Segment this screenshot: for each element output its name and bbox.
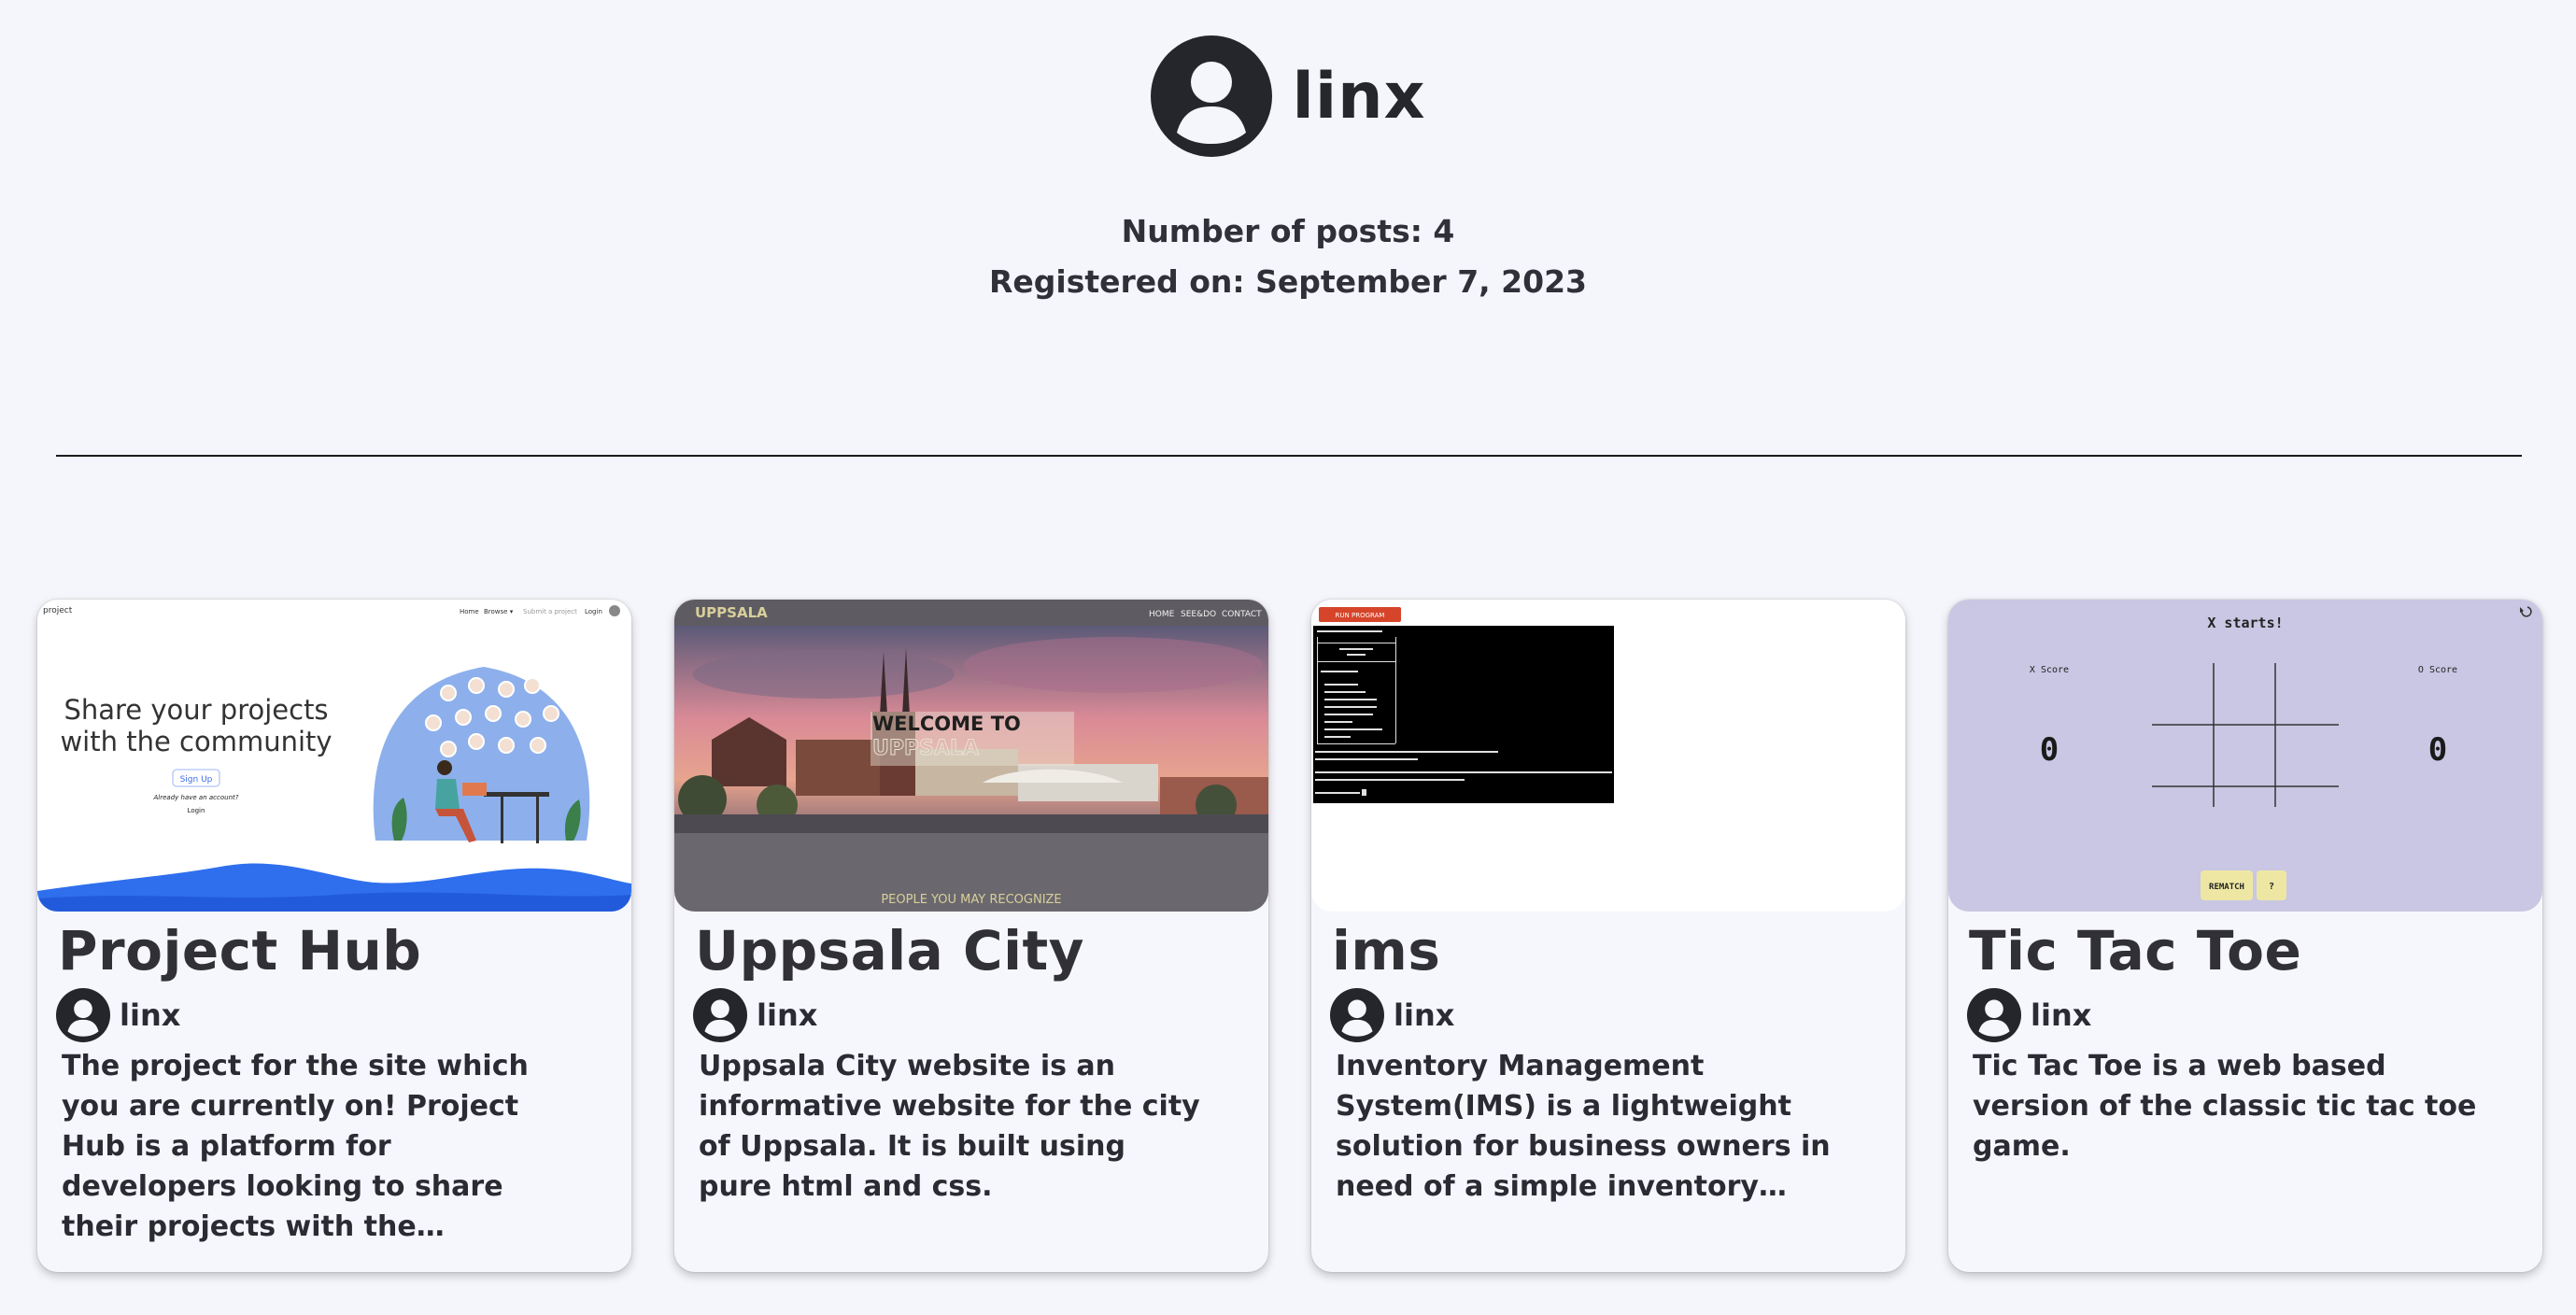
- project-thumbnail[interactable]: UPPSALA HOME SEE&DO CONTACT WELCOME TO U…: [674, 600, 1268, 912]
- author-name: linx: [757, 997, 818, 1033]
- profile-header: linx: [0, 35, 2576, 157]
- thumb-nav-item: Home: [460, 608, 479, 615]
- thumb-x-label: X Score: [2030, 665, 2069, 675]
- project-title[interactable]: ims: [1332, 919, 1440, 983]
- thumb-rematch: REMATCH: [2209, 883, 2244, 892]
- project-description: Tic Tac Toe is a web based version of th…: [1973, 1050, 2477, 1163]
- thumb-o-label: O Score: [2418, 665, 2457, 675]
- project-title[interactable]: Tic Tac Toe: [1969, 919, 2301, 983]
- user-avatar-icon: [693, 988, 747, 1042]
- thumb-city: UPPSALA: [872, 737, 979, 760]
- tictactoe-screenshot: X starts! X Score O Score 0 0 REMATCH ?: [1948, 600, 2542, 912]
- project-thumbnail[interactable]: project Home Browse ▾ Submit a project L…: [37, 600, 631, 912]
- profile-username: linx: [1292, 59, 1426, 134]
- thumb-welcome: WELCOME TO: [872, 713, 1021, 735]
- thumb-nav-item: Submit a project: [523, 608, 577, 615]
- thumb-run-button: RUN PROGRAM: [1336, 612, 1385, 619]
- project-author[interactable]: linx: [693, 988, 817, 1042]
- thumb-nav-item: HOME: [1149, 610, 1175, 619]
- thumb-help: ?: [2269, 882, 2274, 892]
- thumb-status: X starts!: [2207, 615, 2283, 631]
- ims-screenshot: RUN PROGRAM: [1311, 600, 1905, 912]
- thumb-signup: Sign Up: [180, 775, 213, 785]
- project-hub-screenshot: project Home Browse ▾ Submit a project L…: [37, 600, 631, 912]
- project-description: The project for the site which you are c…: [62, 1050, 529, 1243]
- project-card-tic-tac-toe[interactable]: X starts! X Score O Score 0 0 REMATCH ? …: [1948, 600, 2542, 1272]
- user-avatar-icon: [1330, 988, 1384, 1042]
- thumb-already: Already have an account?: [153, 794, 239, 801]
- project-thumbnail[interactable]: X starts! X Score O Score 0 0 REMATCH ?: [1948, 600, 2542, 912]
- thumb-nav-item: SEE&DO: [1181, 610, 1216, 619]
- thumb-o-score: 0: [2428, 731, 2447, 769]
- author-name: linx: [120, 997, 181, 1033]
- project-card-uppsala-city[interactable]: UPPSALA HOME SEE&DO CONTACT WELCOME TO U…: [674, 600, 1268, 1272]
- user-avatar-icon: [1967, 988, 2021, 1042]
- user-avatar-icon: [56, 988, 110, 1042]
- thumb-logo: UPPSALA: [695, 604, 768, 621]
- project-author[interactable]: linx: [1330, 988, 1454, 1042]
- uppsala-screenshot: UPPSALA HOME SEE&DO CONTACT WELCOME TO U…: [674, 600, 1268, 912]
- project-description: Inventory Management System(IMS) is a li…: [1336, 1050, 1831, 1203]
- thumb-nav-item: Browse ▾: [484, 608, 514, 615]
- thumb-x-score: 0: [2040, 731, 2059, 769]
- project-author[interactable]: linx: [1967, 988, 2091, 1042]
- user-avatar-icon: [1150, 35, 1272, 157]
- thumb-nav-item: Login: [585, 608, 602, 615]
- project-card-project-hub[interactable]: project Home Browse ▾ Submit a project L…: [37, 600, 631, 1272]
- registration-date: Registered on: September 7, 2023: [988, 263, 1588, 300]
- thumb-nav-item: CONTACT: [1222, 610, 1262, 619]
- divider: [56, 455, 2522, 457]
- post-count: Number of posts: 4: [1121, 213, 1455, 249]
- project-description: Uppsala City website is an informative w…: [699, 1050, 1200, 1203]
- thumb-headline-line1: Share your projects: [64, 694, 328, 726]
- project-title[interactable]: Uppsala City: [695, 919, 1084, 983]
- project-author[interactable]: linx: [56, 988, 180, 1042]
- project-title[interactable]: Project Hub: [58, 919, 421, 983]
- author-name: linx: [1394, 997, 1455, 1033]
- author-name: linx: [2031, 997, 2092, 1033]
- thumb-footer: PEOPLE YOU MAY RECOGNIZE: [881, 893, 1061, 907]
- thumb-logo: project: [43, 606, 73, 615]
- thumb-headline-line2: with the community: [60, 726, 332, 757]
- project-thumbnail[interactable]: RUN PROGRAM: [1311, 600, 1905, 912]
- thumb-login: Login: [188, 807, 205, 814]
- project-card-ims[interactable]: RUN PROGRAM ims linx Inventory Managemen…: [1311, 600, 1905, 1272]
